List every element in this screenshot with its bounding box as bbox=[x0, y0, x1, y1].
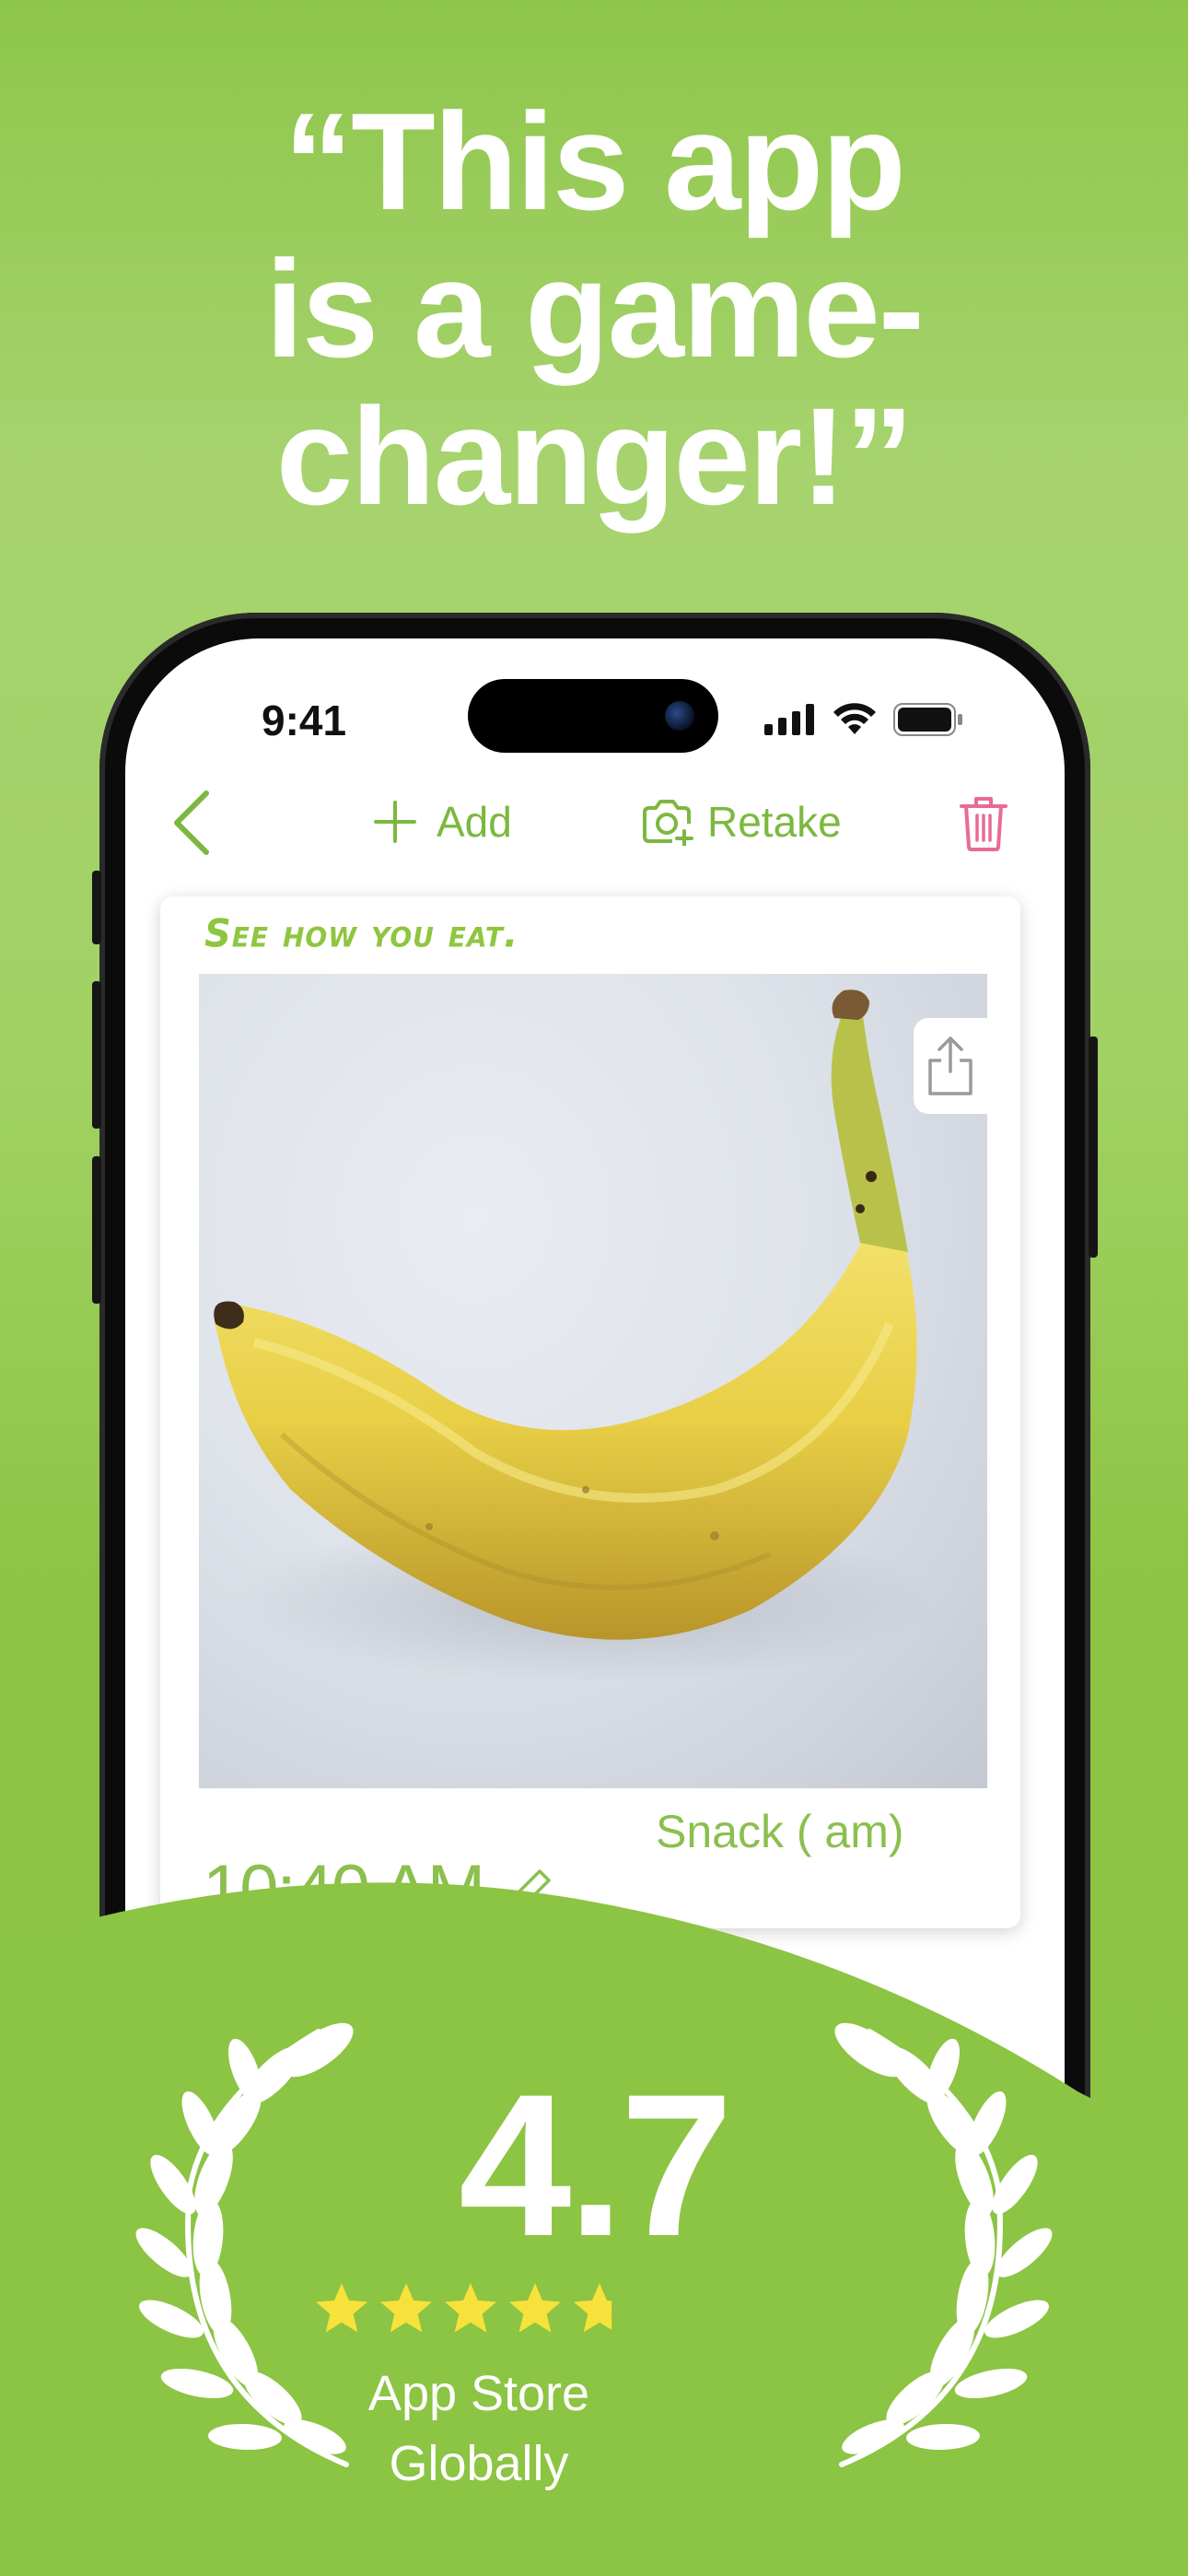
star-icon bbox=[315, 2283, 368, 2333]
headline-line-2: is a game- bbox=[265, 231, 925, 386]
headline: “This app is a game- changer!” bbox=[0, 88, 1188, 530]
meal-type-label[interactable]: Snack ( am) bbox=[656, 1805, 904, 1858]
plus-icon bbox=[374, 801, 416, 843]
trash-icon bbox=[960, 797, 1007, 851]
rating-value: 4.7 bbox=[459, 2052, 733, 2278]
headline-line-3: changer!” bbox=[275, 379, 914, 533]
delete-button[interactable] bbox=[956, 793, 1011, 852]
star-rating bbox=[311, 2279, 630, 2340]
phone-power-button bbox=[1089, 1036, 1098, 1258]
headline-line-1: “This app bbox=[284, 84, 906, 239]
brand-tagline: See how you eat. bbox=[204, 911, 519, 957]
camera-add-icon bbox=[643, 800, 693, 846]
cellular-signal-icon bbox=[764, 704, 814, 735]
camera-lens bbox=[665, 701, 694, 731]
meal-card: See how you eat. Snack (am) bbox=[160, 896, 1020, 1929]
rating-caption: App Store Globally bbox=[295, 2359, 663, 2499]
partial-star-icon bbox=[573, 2283, 612, 2333]
add-button-label: Add bbox=[437, 798, 512, 846]
chevron-left-icon bbox=[174, 790, 209, 855]
rating-caption-line-2: Globally bbox=[389, 2436, 569, 2491]
phone-volume-down bbox=[92, 1156, 101, 1304]
retake-button[interactable]: Retake bbox=[641, 797, 842, 847]
nav-bar: Add Retake bbox=[125, 777, 1065, 869]
meal-photo[interactable] bbox=[199, 974, 987, 1788]
share-icon bbox=[928, 1036, 973, 1095]
star-icon bbox=[379, 2283, 433, 2333]
share-button[interactable] bbox=[914, 1018, 987, 1114]
phone-silent-switch bbox=[92, 871, 101, 944]
retake-button-label: Retake bbox=[707, 798, 842, 846]
star-icon bbox=[444, 2283, 497, 2333]
banana-image bbox=[214, 989, 936, 1683]
status-icons bbox=[764, 703, 963, 736]
phone-volume-up bbox=[92, 981, 101, 1129]
wifi-icon bbox=[833, 703, 876, 734]
status-time: 9:41 bbox=[262, 697, 347, 744]
dynamic-island bbox=[468, 679, 718, 753]
rating-caption-line-1: App Store bbox=[367, 2366, 590, 2421]
add-button[interactable]: Add bbox=[374, 797, 512, 847]
star-icon bbox=[508, 2283, 562, 2333]
battery-icon bbox=[893, 703, 962, 736]
back-button[interactable] bbox=[160, 786, 225, 860]
